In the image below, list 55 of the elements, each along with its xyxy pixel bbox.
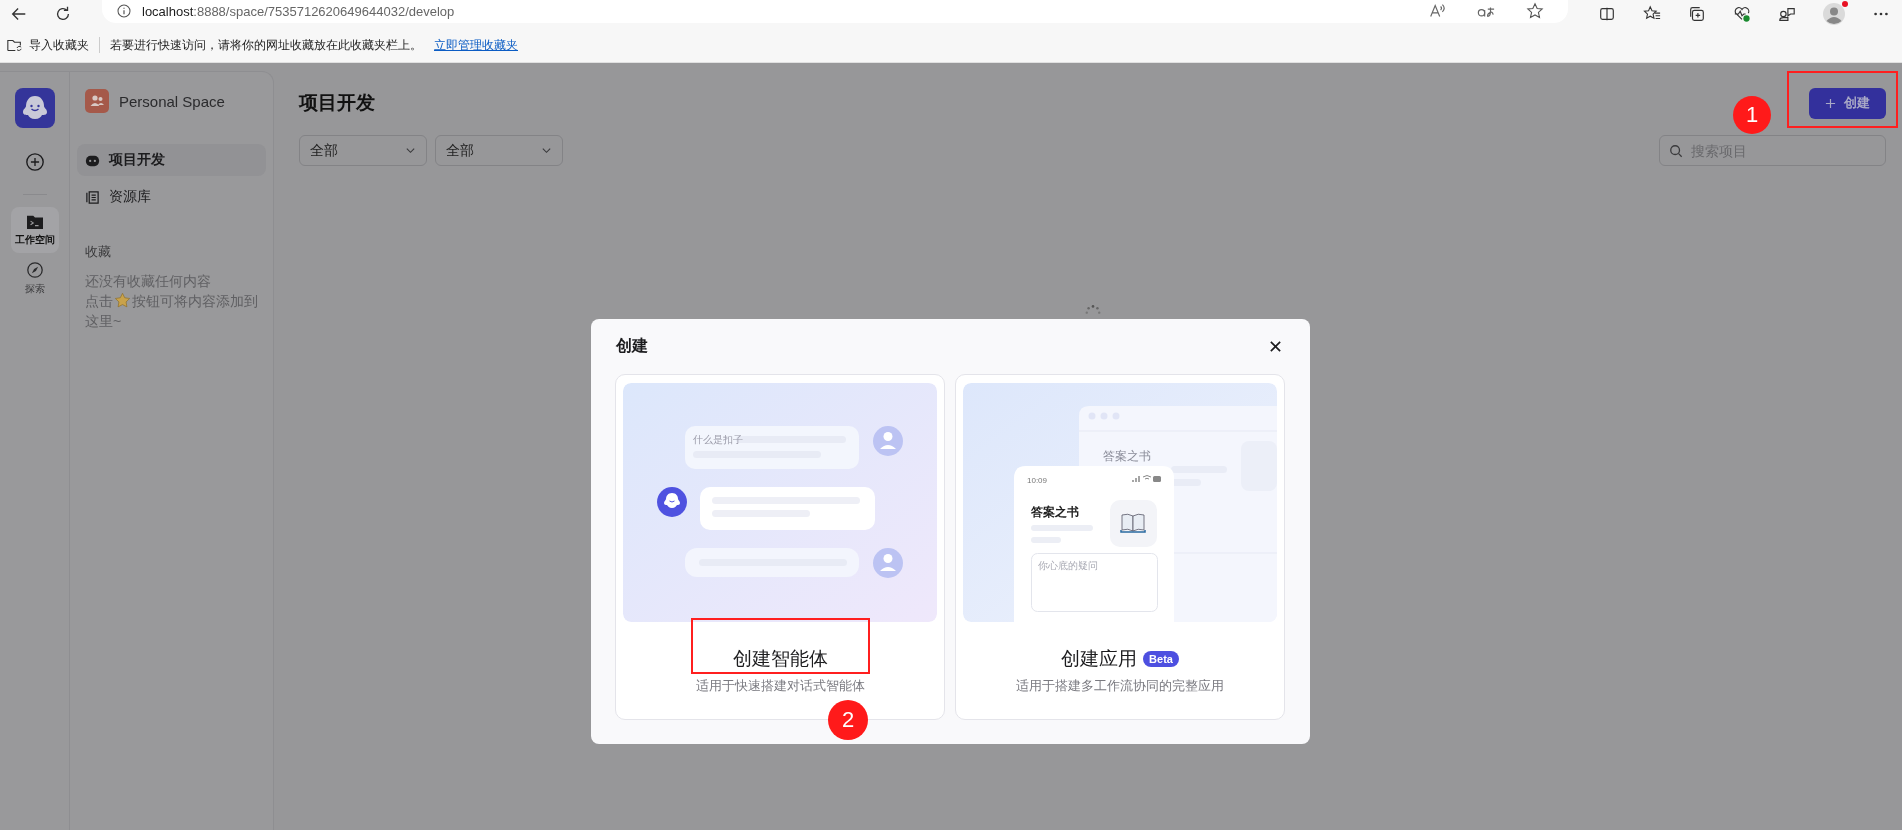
step-marker: 2	[828, 700, 868, 740]
back-icon[interactable]	[10, 5, 28, 23]
chevron-down-icon	[541, 145, 552, 156]
bot-avatar-icon	[657, 487, 687, 517]
option-card[interactable]: 答案之书 10:09 答案之书 你心底的疑问 创建应用 Beta 适用于搭建多工作流协同的完整应用	[955, 374, 1285, 720]
create-button[interactable]: 创建	[1809, 87, 1886, 119]
option-title: 创建应用	[1061, 647, 1138, 671]
plus-icon	[1825, 97, 1836, 109]
folder-icon	[6, 37, 23, 53]
rail-nav-item[interactable]: 工作空间	[10, 207, 59, 253]
app-title-text: 答案之书	[1103, 449, 1151, 463]
profile-avatar-icon[interactable]	[1823, 3, 1845, 25]
refresh-icon[interactable]	[54, 5, 72, 23]
health-icon[interactable]	[1733, 5, 1751, 23]
user-avatar-icon	[873, 426, 903, 456]
info-icon[interactable]	[116, 3, 132, 19]
extensions-icon[interactable]	[1778, 5, 1796, 23]
app-title-text: 答案之书	[1031, 505, 1079, 519]
sidebar-nav-item[interactable]: 资源库	[77, 181, 266, 213]
time-text: 10:09	[1027, 476, 1048, 485]
terminal-folder-icon	[25, 213, 44, 230]
collections-icon[interactable]	[1688, 5, 1706, 23]
add-icon[interactable]	[24, 152, 45, 172]
team-avatar-icon	[85, 89, 109, 113]
sidebar-nav-item[interactable]: 项目开发	[77, 144, 266, 176]
import-favorites-button[interactable]: 导入收藏夹	[0, 36, 89, 54]
filter-dropdown[interactable]: 全部	[299, 135, 427, 166]
input-placeholder-text: 你心底的疑问	[1038, 560, 1098, 571]
compass-icon	[25, 260, 44, 279]
option-description: 适用于快速搭建对话式智能体	[695, 677, 865, 695]
chevron-down-icon	[405, 145, 416, 156]
favorite-star-icon[interactable]	[1526, 2, 1544, 20]
manage-favorites-link[interactable]: 立即管理收藏夹	[434, 36, 518, 54]
bookmarks-hint: 若要进行快速访问，请将你的网址收藏放在此收藏夹栏上。	[110, 36, 422, 54]
split-screen-icon[interactable]	[1598, 5, 1616, 23]
beta-badge: Beta	[1143, 651, 1179, 667]
close-icon	[1269, 340, 1282, 353]
question-text: 什么是扣子	[693, 434, 743, 445]
step-marker: 1	[1733, 95, 1771, 134]
dialog-title: 创建	[616, 336, 648, 356]
logo-icon[interactable]	[14, 88, 55, 128]
library-icon	[85, 189, 100, 205]
user-avatar-icon	[873, 548, 903, 578]
star-icon	[114, 292, 131, 309]
address-bar[interactable]: localhost:8888/space/7535712620649644032/develop	[102, 0, 1568, 23]
filter-dropdown[interactable]: 全部	[435, 135, 563, 166]
search-icon	[1669, 144, 1683, 158]
rail-nav-item[interactable]: 探索	[10, 255, 59, 301]
url-text[interactable]: localhost:8888/space/7535712620649644032/develop	[142, 3, 455, 19]
option-title: 创建智能体	[732, 647, 828, 671]
favorites-heading: 收藏	[85, 243, 112, 261]
option-description: 适用于搭建多工作流协同的完整应用	[1016, 677, 1224, 695]
page-title: 项目开发	[299, 91, 375, 115]
book-icon	[1120, 513, 1146, 533]
space-name: Personal Space	[119, 92, 225, 110]
